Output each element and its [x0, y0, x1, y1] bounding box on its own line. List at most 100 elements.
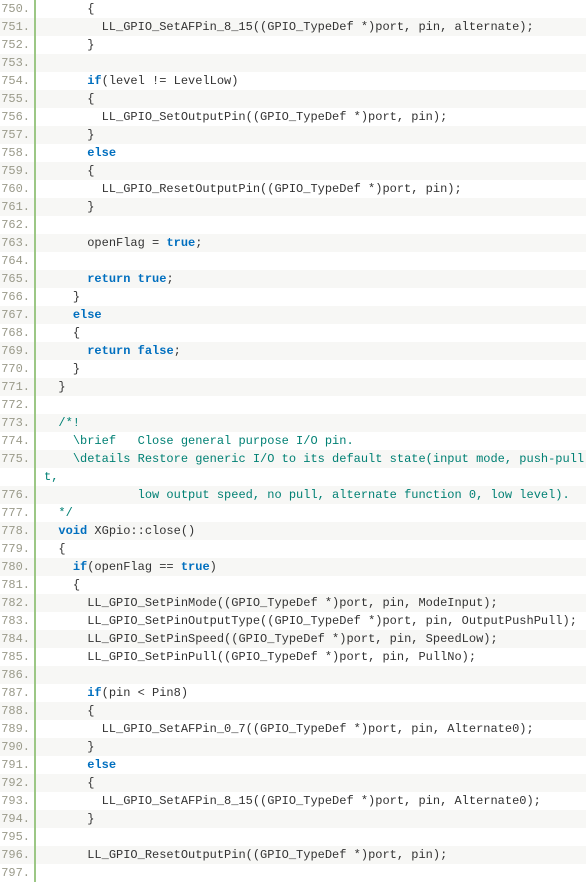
code-content: \details Restore generic I/O to its defa…	[36, 450, 586, 468]
line-number: 785.	[0, 648, 36, 666]
code-content: /*!	[36, 414, 586, 432]
line-number: 790.	[0, 738, 36, 756]
code-line: 777. */	[0, 504, 586, 522]
line-number: 765.	[0, 270, 36, 288]
code-line: 762.	[0, 216, 586, 234]
code-content: }	[36, 288, 586, 306]
line-number	[0, 468, 36, 486]
line-number: 754.	[0, 72, 36, 90]
code-content	[36, 666, 586, 684]
code-content: LL_GPIO_ResetOutputPin((GPIO_TypeDef *)p…	[36, 180, 586, 198]
line-number: 769.	[0, 342, 36, 360]
code-line: 790. }	[0, 738, 586, 756]
line-number: 786.	[0, 666, 36, 684]
code-content	[36, 54, 586, 72]
code-content: return true;	[36, 270, 586, 288]
code-content: return false;	[36, 342, 586, 360]
code-content: LL_GPIO_SetOutputPin((GPIO_TypeDef *)por…	[36, 108, 586, 126]
code-line: 752. }	[0, 36, 586, 54]
code-line: 788. {	[0, 702, 586, 720]
line-number: 752.	[0, 36, 36, 54]
code-content: {	[36, 90, 586, 108]
line-number: 770.	[0, 360, 36, 378]
code-content: else	[36, 306, 586, 324]
code-line: 794. }	[0, 810, 586, 828]
code-content: }	[36, 378, 586, 396]
code-content: {	[36, 702, 586, 720]
code-line: 776. low output speed, no pull, alternat…	[0, 486, 586, 504]
code-line: 796. LL_GPIO_ResetOutputPin((GPIO_TypeDe…	[0, 846, 586, 864]
code-content: }	[36, 360, 586, 378]
code-content: LL_GPIO_SetAFPin_8_15((GPIO_TypeDef *)po…	[36, 18, 586, 36]
code-line: 782. LL_GPIO_SetPinMode((GPIO_TypeDef *)…	[0, 594, 586, 612]
code-content: LL_GPIO_SetPinPull((GPIO_TypeDef *)port,…	[36, 648, 586, 666]
code-line: 791. else	[0, 756, 586, 774]
line-number: 753.	[0, 54, 36, 72]
code-line: 774. \brief Close general purpose I/O pi…	[0, 432, 586, 450]
code-line: 778. void XGpio::close()	[0, 522, 586, 540]
line-number: 781.	[0, 576, 36, 594]
code-line: 787. if(pin < Pin8)	[0, 684, 586, 702]
code-line: 786.	[0, 666, 586, 684]
line-number: 797.	[0, 864, 36, 882]
code-content: else	[36, 144, 586, 162]
code-line: 785. LL_GPIO_SetPinPull((GPIO_TypeDef *)…	[0, 648, 586, 666]
code-content: if(level != LevelLow)	[36, 72, 586, 90]
code-line: 775. \details Restore generic I/O to its…	[0, 450, 586, 468]
line-number: 772.	[0, 396, 36, 414]
code-line: 783. LL_GPIO_SetPinOutputType((GPIO_Type…	[0, 612, 586, 630]
code-line: 765. return true;	[0, 270, 586, 288]
line-number: 758.	[0, 144, 36, 162]
code-content: low output speed, no pull, alternate fun…	[36, 486, 586, 504]
line-number: 771.	[0, 378, 36, 396]
line-number: 762.	[0, 216, 36, 234]
code-listing: 750. {751. LL_GPIO_SetAFPin_8_15((GPIO_T…	[0, 0, 586, 882]
code-content: }	[36, 198, 586, 216]
line-number: 774.	[0, 432, 36, 450]
code-line: 757. }	[0, 126, 586, 144]
code-line: 751. LL_GPIO_SetAFPin_8_15((GPIO_TypeDef…	[0, 18, 586, 36]
line-number: 793.	[0, 792, 36, 810]
code-line: 760. LL_GPIO_ResetOutputPin((GPIO_TypeDe…	[0, 180, 586, 198]
line-number: 768.	[0, 324, 36, 342]
code-line: 797.	[0, 864, 586, 882]
line-number: 780.	[0, 558, 36, 576]
code-content: LL_GPIO_SetPinMode((GPIO_TypeDef *)port,…	[36, 594, 586, 612]
code-content: }	[36, 126, 586, 144]
code-content: {	[36, 0, 586, 18]
line-number: 787.	[0, 684, 36, 702]
code-content: if(openFlag == true)	[36, 558, 586, 576]
code-content: */	[36, 504, 586, 522]
code-line: 795.	[0, 828, 586, 846]
line-number: 775.	[0, 450, 36, 468]
code-content: void XGpio::close()	[36, 522, 586, 540]
code-line: 773. /*!	[0, 414, 586, 432]
code-line: 763. openFlag = true;	[0, 234, 586, 252]
code-line: 779. {	[0, 540, 586, 558]
line-number: 784.	[0, 630, 36, 648]
code-content: LL_GPIO_ResetOutputPin((GPIO_TypeDef *)p…	[36, 846, 586, 864]
code-content: }	[36, 810, 586, 828]
code-content	[36, 252, 586, 270]
code-line: 766. }	[0, 288, 586, 306]
line-number: 794.	[0, 810, 36, 828]
code-content: {	[36, 540, 586, 558]
line-number: 756.	[0, 108, 36, 126]
code-content: }	[36, 738, 586, 756]
code-content: }	[36, 36, 586, 54]
line-number: 792.	[0, 774, 36, 792]
line-number: 757.	[0, 126, 36, 144]
code-line: 755. {	[0, 90, 586, 108]
code-line-wrap: t,	[0, 468, 586, 486]
code-content: {	[36, 576, 586, 594]
line-number: 777.	[0, 504, 36, 522]
line-number: 750.	[0, 0, 36, 18]
code-line: 772.	[0, 396, 586, 414]
line-number: 782.	[0, 594, 36, 612]
line-number: 759.	[0, 162, 36, 180]
code-content	[36, 216, 586, 234]
code-content: if(pin < Pin8)	[36, 684, 586, 702]
code-content	[36, 396, 586, 414]
code-line: 780. if(openFlag == true)	[0, 558, 586, 576]
line-number: 773.	[0, 414, 36, 432]
